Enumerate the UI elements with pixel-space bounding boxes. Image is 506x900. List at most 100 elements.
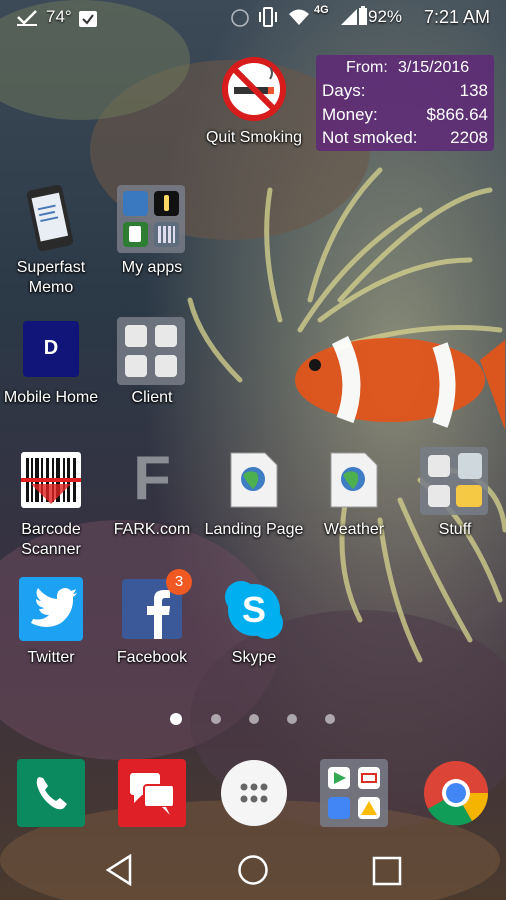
temperature: 74° (46, 7, 72, 26)
quit-smoking-widget[interactable]: From: 3/15/2016 Days: 138 Money: $866.64… (316, 55, 494, 151)
widget-money-row: Money: $866.64 (322, 105, 488, 127)
dock-phone[interactable] (17, 759, 85, 827)
widget-not-smoked-label: Not smoked: (322, 128, 418, 147)
widget-not-smoked-row: Not smoked: 2208 (322, 128, 488, 150)
doc-mini-icon (155, 355, 177, 377)
dock-app-drawer[interactable] (220, 759, 288, 827)
wifi-icon (289, 9, 309, 25)
signal-icon (341, 9, 357, 25)
app-label: Weather (323, 521, 385, 538)
folder-my-apps[interactable]: My apps (97, 183, 207, 298)
skype-icon: S (225, 581, 283, 639)
weather-mini-icon (123, 191, 148, 216)
widget-not-smoked-value: 2208 (450, 128, 488, 147)
app-weather[interactable]: Weather (299, 447, 409, 562)
notification-badge: 3 (166, 569, 192, 595)
widget-days-value: 138 (459, 81, 488, 100)
vibrate-icon (259, 7, 277, 27)
messages-icon (118, 759, 186, 827)
app-fark[interactable]: F FARK.com (97, 444, 207, 562)
d-letter-icon: D (23, 321, 79, 377)
map-mini-icon (458, 453, 482, 479)
dock-messages[interactable] (118, 759, 186, 827)
clipboard-check-icon (79, 11, 97, 27)
download-complete-icon (17, 10, 37, 26)
d-letter: D (43, 337, 59, 359)
svg-text:S: S (242, 589, 266, 630)
play-store-mini-icon (328, 767, 350, 789)
app-quit-smoking[interactable]: Quit Smoking (199, 55, 309, 170)
widget-days-label: Days: (322, 81, 366, 100)
app-label: Quit Smoking (205, 129, 303, 146)
calculator-mini-icon (154, 222, 179, 247)
page-dot[interactable] (249, 714, 259, 724)
battery-percent: 92% (368, 7, 403, 26)
twitter-icon (19, 577, 83, 641)
fark-f-icon: F (133, 444, 171, 513)
widget-money-label: Money: (322, 105, 378, 124)
app-barcode-scanner[interactable]: Barcode Scanner (0, 447, 106, 562)
doc-mini-icon (125, 325, 147, 347)
page-dot[interactable] (287, 714, 297, 724)
home-icon[interactable] (237, 854, 269, 886)
doc-mini-icon (428, 455, 450, 477)
barcode-icon (21, 452, 81, 508)
translate-mini-icon (328, 797, 350, 819)
app-label: Mobile Home (3, 389, 99, 406)
phone-icon (17, 759, 85, 827)
app-label: Twitter (27, 649, 75, 666)
app-twitter[interactable]: Twitter (0, 575, 106, 690)
app-label: Client (131, 389, 173, 406)
recents-icon[interactable] (371, 855, 403, 887)
app-label: Stuff (438, 521, 472, 538)
app-skype[interactable]: S Skype (199, 575, 309, 690)
widget-days-row: Days: 138 (322, 81, 488, 103)
app-label: Superfast Memo (16, 259, 86, 296)
doc-mini-icon (155, 325, 177, 347)
no-smoking-icon (222, 57, 286, 121)
battery-icon (359, 6, 367, 25)
doc-mini-icon (125, 355, 147, 377)
phone-memo-icon (26, 185, 74, 252)
widget-from-date: 3/15/2016 (398, 59, 470, 76)
page-dot[interactable] (211, 714, 221, 724)
page-dot-current[interactable] (170, 713, 182, 725)
app-superfast-memo[interactable]: Superfast Memo (0, 183, 106, 298)
folder-client[interactable]: Client (97, 315, 207, 430)
chrome-icon (424, 761, 489, 826)
back-icon[interactable] (104, 853, 134, 887)
dock-google-folder[interactable] (320, 759, 388, 827)
widget-money-value: $866.64 (426, 105, 488, 124)
drive-mini-icon (358, 797, 380, 819)
alarm-icon (231, 9, 249, 27)
solitaire-mini-icon (123, 222, 148, 247)
doc-mini-icon (428, 485, 450, 507)
network-type: 4G (314, 4, 329, 16)
app-landing-page[interactable]: Landing Page (199, 447, 309, 562)
app-label: Skype (231, 649, 277, 666)
app-label: FARK.com (113, 521, 191, 538)
page-dot[interactable] (325, 714, 335, 724)
status-bar: 74° 4G 92% 7:21 AM (0, 0, 506, 36)
widget-from-label: From: (346, 59, 388, 76)
flashlight-mini-icon (154, 191, 179, 216)
folder-icon (420, 447, 488, 515)
app-label: Facebook (116, 649, 188, 666)
widget-from-row: From: 3/15/2016 (322, 59, 488, 81)
folder-icon (117, 317, 185, 385)
gmail-mini-icon (358, 767, 380, 789)
app-label: My apps (121, 259, 183, 276)
app-label: Landing Page (204, 521, 304, 538)
app-facebook[interactable]: 3 Facebook (97, 569, 207, 690)
app-mobile-home[interactable]: D Mobile Home (0, 315, 106, 430)
folder-stuff[interactable]: Stuff (400, 447, 506, 562)
dock-chrome[interactable] (422, 759, 490, 827)
app-drawer-icon (221, 760, 287, 826)
clock: 7:21 AM (424, 7, 491, 27)
app-label: Barcode Scanner (21, 521, 81, 558)
wallet-mini-icon (456, 485, 482, 507)
google-folder-icon (320, 759, 388, 827)
web-shortcut-icon (330, 452, 378, 508)
folder-icon (117, 185, 185, 253)
web-shortcut-icon (230, 452, 278, 508)
